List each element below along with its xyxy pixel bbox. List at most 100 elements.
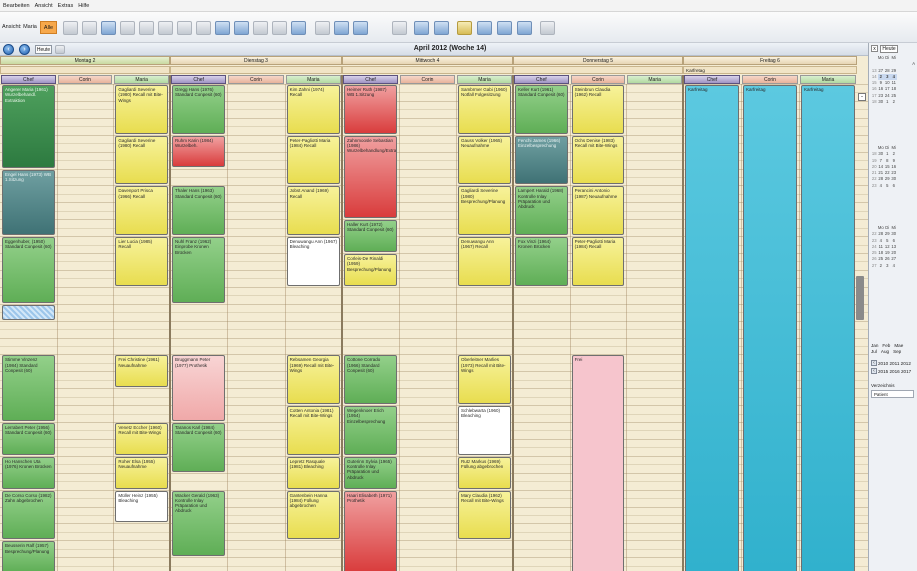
day-header[interactable]: Dienstag 3 [170, 56, 342, 65]
person-column-header[interactable]: Chef [343, 75, 398, 84]
list-icon[interactable] [234, 21, 249, 35]
calendar-day[interactable]: 4 [891, 263, 898, 269]
appointment[interactable]: Müller Heinz (1955) Bleaching [115, 490, 168, 523]
user-icon[interactable] [82, 21, 97, 35]
new-document-icon[interactable] [120, 21, 135, 35]
appointment[interactable]: Venetz Eccher (1960) Recall mit Bite-Win… [115, 423, 168, 455]
person-column-header[interactable]: Chef [684, 75, 740, 84]
appointment[interactable]: Gagliardi Severine (1980) Recall [115, 135, 168, 185]
person-column-header[interactable]: Corin [57, 75, 113, 84]
columns-icon[interactable] [272, 21, 287, 35]
appointment[interactable]: Fox Vinzi (1964) Kronen Brücken [515, 237, 568, 286]
appointment[interactable]: Bruggmann Peter (1977) Prothetik [172, 355, 226, 421]
alle-button[interactable]: Alle [40, 21, 57, 34]
appointment[interactable]: Kim Zahni (1974) Recall [286, 85, 340, 134]
day-header[interactable]: Donnerstag 5 [513, 56, 683, 65]
person-column-header[interactable]: Corin [570, 75, 626, 84]
forward-arrow-icon[interactable]: › [19, 44, 30, 55]
calendar-day[interactable]: 6 [891, 183, 898, 189]
appointment[interactable]: Guterinn Sylvia (1965) Kontrolle Inlay P… [344, 456, 397, 489]
appointment[interactable]: Peter-Pagliotti Maria (1984) Recall [286, 135, 340, 185]
copy-icon[interactable] [158, 21, 173, 35]
panel-heute-button[interactable]: Heute [880, 45, 898, 53]
appointment[interactable]: Gagliardi Severine (1980) Besprechung/Pl… [458, 186, 511, 236]
appointment[interactable]: Ochs Denise (1983) Recall mit Bite-Wings [571, 135, 625, 185]
appointment[interactable]: De Corso Corso (1982) Zahn abgebrochen [2, 490, 55, 540]
appointment[interactable]: Fenchi James (1966) Einzelbesprechung [515, 135, 568, 185]
appointment[interactable]: Rebsamen Georgia (1969) Recall mit Bite-… [286, 355, 340, 405]
month-label[interactable]: Sep [893, 349, 901, 355]
appointment[interactable]: Wacker Gerald (1963) Kontrolle Inlay Prä… [172, 490, 226, 557]
appointment[interactable]: Gauss Volker (1965) Neuaufnahme [458, 135, 511, 185]
close-icon[interactable]: x [871, 45, 878, 52]
appointment[interactable]: Taranos Karl (1984) Standard Conpesit (6… [172, 423, 226, 472]
appointment[interactable]: Karfreitag [801, 85, 855, 571]
appointment[interactable]: Denuwangu Ann (1967) Bleaching [286, 237, 340, 286]
appointment[interactable]: Frei Christine (1961) Neuaufnahme [115, 355, 168, 388]
appointment[interactable]: Jobst Anand (1969) Recall [286, 186, 340, 236]
year-view-icon[interactable] [517, 21, 532, 35]
menu-bearbeiten[interactable]: Bearbeiten [3, 3, 30, 9]
heute-button[interactable]: Heute [35, 45, 52, 54]
person-column-header[interactable]: Chef [514, 75, 569, 84]
back-arrow-icon[interactable]: ‹ [3, 44, 14, 55]
person-column-header[interactable]: Corin [742, 75, 798, 84]
person-column-header[interactable]: Maria [627, 75, 682, 84]
mini-calendar-icon[interactable] [55, 45, 65, 54]
appointment[interactable]: Roher Elsa (1955) Neuaufnahme [115, 456, 168, 489]
appointment[interactable]: Ho Hanschen Uta (1976) Kronen Brücken [2, 456, 55, 489]
years-label[interactable]: 2015 2016 2017 [878, 369, 911, 374]
appointment[interactable]: Nuhl Franz (1962) Einprobe Kronen Brücke… [172, 237, 226, 303]
day-view-icon[interactable] [434, 21, 449, 35]
previous-year-icon[interactable]: ‹ [871, 368, 877, 374]
clock-icon[interactable] [414, 21, 429, 35]
previous-year-icon[interactable]: ‹ [871, 360, 877, 366]
month-label[interactable]: Jul [871, 349, 877, 355]
appointment[interactable]: Rutz Markus (1969) Füllung abgebrochen [458, 456, 511, 489]
appointment[interactable]: Keller Kurt (1961) Standard Conpesit (60… [515, 85, 568, 134]
day-header[interactable]: Montag 2 [0, 56, 170, 65]
appointment[interactable]: Stimme Vinzenz (1984) Standard Conpesit … [2, 355, 55, 421]
collapse-icon[interactable]: - [858, 93, 866, 101]
appointment[interactable]: Ruhm Karin (1984) Wurzelbeh. [172, 135, 226, 168]
appointment[interactable]: Denuwangu Ann (1967) Recall [458, 237, 511, 286]
appointment[interactable] [2, 304, 55, 320]
person-column-header[interactable]: Maria [114, 75, 169, 84]
person-column-header[interactable]: Chef [1, 75, 56, 84]
appointment[interactable]: Engel Hans (1973) WB 1.Sitzung [2, 169, 55, 236]
person-column-header[interactable]: Maria [800, 75, 856, 84]
vertical-scrollbar[interactable] [856, 276, 864, 320]
appointment[interactable]: Frei [571, 355, 625, 571]
appointment[interactable]: Wegenknoer Erich (1954) Einzelbesprechun… [344, 406, 397, 455]
person-column-header[interactable]: Corin [228, 75, 284, 84]
info-icon[interactable] [392, 21, 407, 35]
appointment[interactable]: Karfreitag [743, 85, 797, 571]
month-view-icon[interactable] [497, 21, 512, 35]
appointment[interactable]: Davenport Prisca (1966) Recall [115, 186, 168, 236]
person-column-header[interactable]: Maria [457, 75, 512, 84]
settings-icon[interactable] [540, 21, 555, 35]
appointment[interactable]: Gregg Hans (1976) Standard Conpesit (60) [172, 85, 226, 134]
appointment[interactable]: Cotten Antonia (1981) Recall mit Bite-Wi… [286, 406, 340, 455]
menu-ansicht[interactable]: Ansicht [35, 3, 53, 9]
grid-icon[interactable] [215, 21, 230, 35]
day-header[interactable]: Mittwoch 4 [342, 56, 513, 65]
appointment[interactable]: Lampert Harald (1968) Kontrolle Inlay Pr… [515, 186, 568, 236]
send-icon[interactable] [315, 21, 330, 35]
appointment[interactable]: Cottone Corrado (1966) Standard Conpesit… [344, 355, 397, 405]
appointment[interactable]: Perancini Antonio (1987) Neuaufnahme [571, 186, 625, 236]
print-icon[interactable] [63, 21, 78, 35]
group-icon[interactable] [291, 21, 306, 35]
calendar-icon[interactable] [101, 21, 116, 35]
appointment[interactable]: Sambrmer Gabi (1960) Notfall Folgesitzun… [458, 85, 511, 134]
week-view-icon[interactable] [457, 21, 472, 35]
appointment[interactable]: Gagliardi Severine (1980) Recall mit Bit… [115, 85, 168, 134]
menu-extras[interactable]: Extras [58, 3, 74, 9]
appointment[interactable]: Peter-Pagliotti Maria (1984) Recall [571, 237, 625, 286]
appointment[interactable]: Gantenbein Hanna (1984) Füllung abgebroc… [286, 490, 340, 540]
appointment[interactable]: Thaler Hans (1963) Standard Conpesit (60… [172, 186, 226, 236]
appointment[interactable]: Oberleitner Marlies (1973) Recall mit Bi… [458, 355, 511, 405]
calendar-day[interactable]: 2 [891, 99, 898, 105]
table-icon[interactable] [253, 21, 268, 35]
export-icon[interactable] [353, 21, 368, 35]
